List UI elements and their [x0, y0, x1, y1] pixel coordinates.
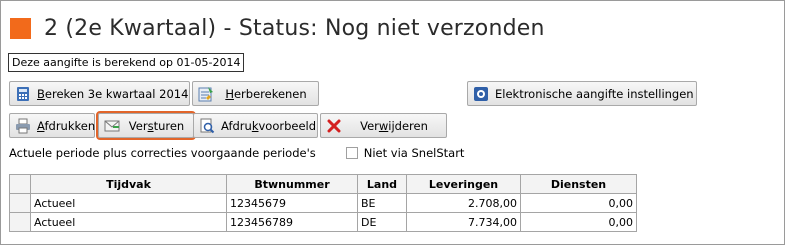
niet-via-snelstart-checkbox[interactable] [345, 147, 358, 159]
page-title: 2 (2e Kwartaal) - Status: Nog niet verzo… [44, 15, 545, 41]
afdrukken-label: Afdrukken [37, 118, 96, 133]
calculator-icon [15, 86, 31, 102]
cell-diensten[interactable]: 0,00 [520, 193, 637, 213]
row-header[interactable] [9, 193, 31, 213]
verwijderen-label: Verwijderen [360, 118, 428, 133]
printer-icon [15, 118, 31, 134]
cell-leveringen[interactable]: 2.708,00 [406, 193, 521, 213]
row-header-corner [9, 174, 31, 194]
afdrukvoorbeeld-label: Afdrukvoorbeeld [221, 118, 317, 133]
cell-land[interactable]: DE [357, 212, 407, 232]
herberekenen-label: Herberekenen [225, 86, 307, 101]
versturen-label: Versturen [128, 118, 185, 133]
cell-tijdvak[interactable]: Actueel [30, 193, 227, 213]
column-header-btwnummer[interactable]: Btwnummer [226, 174, 358, 194]
column-header-land[interactable]: Land [357, 174, 407, 194]
recalculate-icon [198, 86, 214, 102]
calculation-note: Deze aangifte is berekend op 01-05-2014 [8, 53, 245, 72]
bereken-kwartaal-button[interactable]: Bereken 3e kwartaal 2014 [9, 81, 190, 106]
cell-tijdvak[interactable]: Actueel [30, 212, 227, 232]
periode-line: Actuele periode plus correcties voorgaan… [9, 146, 464, 160]
settings-icon [473, 86, 489, 102]
cell-btwnummer[interactable]: 123456789 [226, 212, 358, 232]
column-header-diensten[interactable]: Diensten [520, 174, 637, 194]
verwijderen-button[interactable]: Verwijderen [320, 113, 447, 138]
cell-leveringen[interactable]: 7.734,00 [406, 212, 521, 232]
column-header-leveringen[interactable]: Leveringen [406, 174, 521, 194]
table-row[interactable]: Actueel 12345679 BE 2.708,00 0,00 [9, 193, 637, 213]
delete-icon [326, 118, 342, 134]
window-frame: 2 (2e Kwartaal) - Status: Nog niet verzo… [0, 0, 785, 245]
aangifte-table: Tijdvak Btwnummer Land Leveringen Dienst… [9, 174, 637, 232]
herberekenen-button[interactable]: Herberekenen [192, 81, 319, 106]
versturen-button[interactable]: Versturen [96, 111, 196, 140]
periode-text: Actuele periode plus correcties voorgaan… [9, 146, 316, 160]
print-preview-icon [199, 118, 215, 134]
elektronische-aangifte-instellingen-button[interactable]: Elektronische aangifte instellingen [467, 81, 697, 106]
status-square-icon [10, 17, 31, 39]
title-row: 2 (2e Kwartaal) - Status: Nog niet verzo… [10, 11, 545, 45]
cell-land[interactable]: BE [357, 193, 407, 213]
bereken-kwartaal-label: Bereken 3e kwartaal 2014 [37, 86, 189, 101]
table-row[interactable]: Actueel 123456789 DE 7.734,00 0,00 [9, 212, 637, 232]
cell-btwnummer[interactable]: 12345679 [226, 193, 358, 213]
niet-via-snelstart-label: Niet via SnelStart [363, 146, 465, 160]
table-header-row: Tijdvak Btwnummer Land Leveringen Dienst… [9, 174, 637, 194]
cell-diensten[interactable]: 0,00 [520, 212, 637, 232]
afdrukvoorbeeld-button[interactable]: Afdrukvoorbeeld [193, 113, 318, 138]
column-header-tijdvak[interactable]: Tijdvak [30, 174, 227, 194]
elektronische-aangifte-instellingen-label: Elektronische aangifte instellingen [495, 86, 694, 101]
afdrukken-button[interactable]: Afdrukken [9, 113, 95, 138]
send-icon [104, 118, 120, 134]
row-header[interactable] [9, 212, 31, 232]
